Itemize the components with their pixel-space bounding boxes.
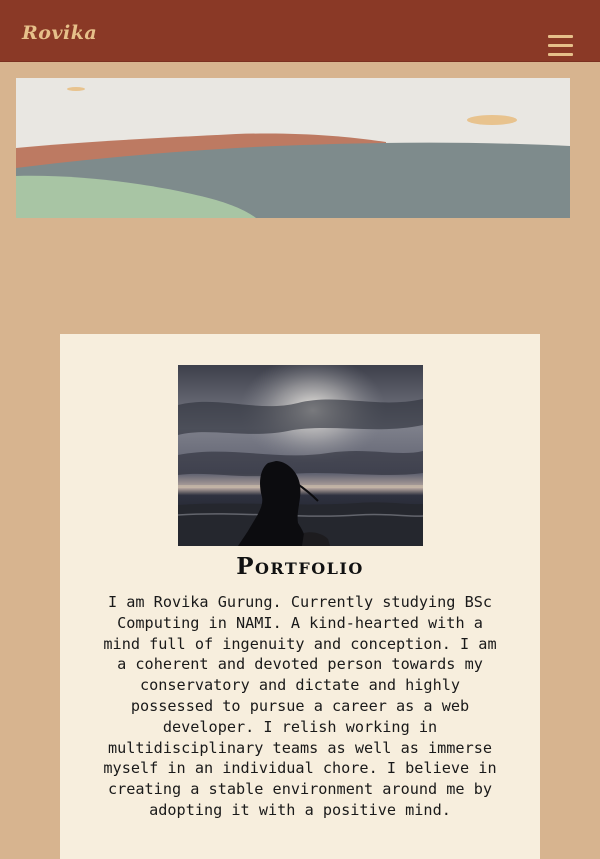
- landscape-illustration: [16, 78, 570, 218]
- hero-banner: [16, 78, 570, 218]
- profile-photo: [178, 365, 423, 546]
- hamburger-line: [548, 35, 573, 38]
- hamburger-line: [548, 44, 573, 47]
- bio-paragraph: I am Rovika Gurung. Currently studying B…: [103, 593, 497, 819]
- navbar: Rovika: [0, 0, 600, 61]
- brand-logo[interactable]: Rovika: [22, 22, 97, 44]
- person-on-beach-at-sunset-photo: [178, 365, 423, 546]
- profile-card: Portfolio I am Rovika Gurung. Currently …: [60, 334, 540, 859]
- hamburger-menu-icon[interactable]: [548, 35, 573, 59]
- section-title: Portfolio: [236, 553, 364, 580]
- hamburger-line: [548, 53, 573, 56]
